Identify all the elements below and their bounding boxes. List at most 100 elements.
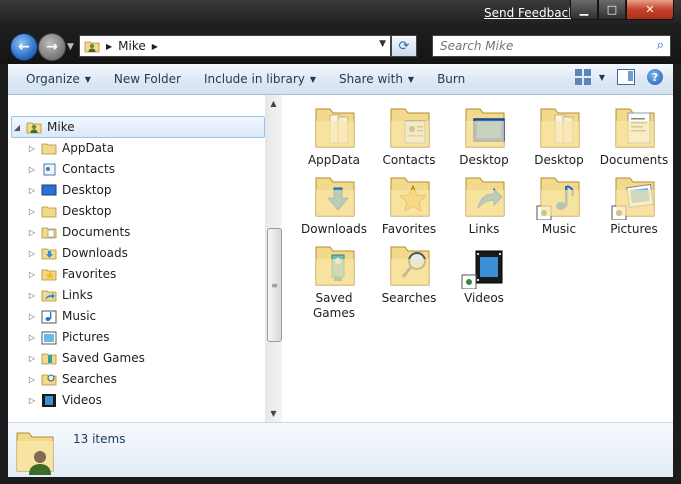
- include-in-library-button[interactable]: Include in library ▼: [195, 64, 325, 94]
- maximize-icon: □: [606, 3, 618, 16]
- file-item[interactable]: Music: [521, 164, 597, 237]
- file-item-label: Pictures: [610, 222, 658, 236]
- file-item[interactable]: Pictures: [596, 164, 672, 237]
- saved-games-icon: [310, 241, 358, 289]
- scroll-thumb[interactable]: ≡: [267, 228, 282, 342]
- nav-item[interactable]: ▷ Documents: [27, 222, 131, 242]
- refresh-button[interactable]: ⟳: [391, 35, 417, 57]
- file-item[interactable]: Documents: [596, 95, 672, 168]
- documents-icon: [610, 103, 658, 151]
- scroll-down-icon[interactable]: ▼: [265, 405, 282, 422]
- file-item[interactable]: AppData: [296, 95, 372, 168]
- expand-arrow-icon[interactable]: ▷: [27, 165, 37, 174]
- burn-button[interactable]: Burn: [428, 64, 474, 94]
- content-area: ◢ Mike ▷ AppData ▷ Contacts ▷ Desktop ▷ Desktop…: [8, 95, 673, 422]
- file-item-label: Saved Games: [313, 291, 355, 320]
- file-item[interactable]: Videos: [446, 233, 522, 306]
- folder-icon: [41, 206, 57, 218]
- toolbar-right: ▼ ?: [574, 69, 663, 85]
- expand-arrow-icon[interactable]: ▷: [27, 354, 37, 363]
- chevron-down-icon: ▼: [84, 74, 91, 84]
- file-item[interactable]: Downloads: [296, 164, 372, 237]
- help-icon[interactable]: ?: [647, 69, 663, 85]
- nav-item-mike[interactable]: ◢ Mike: [11, 116, 265, 138]
- nav-item[interactable]: ▷ Videos: [27, 390, 102, 410]
- file-item[interactable]: Desktop: [446, 95, 522, 168]
- forward-button[interactable]: →: [38, 33, 66, 61]
- expand-arrow-icon[interactable]: ◢: [12, 123, 22, 132]
- address-bar[interactable]: ▶ Mike ▶ ▼: [79, 35, 391, 57]
- links-icon: [460, 172, 508, 220]
- organize-button[interactable]: Organize ▼: [17, 64, 100, 94]
- expand-arrow-icon[interactable]: ▷: [27, 144, 37, 153]
- breadcrumb-separator-icon[interactable]: ▶: [152, 42, 158, 51]
- file-item[interactable]: Searches: [371, 233, 447, 306]
- music-icon: [41, 310, 57, 324]
- recent-pages-dropdown[interactable]: ▼: [67, 42, 74, 52]
- expand-arrow-icon[interactable]: ▷: [27, 186, 37, 195]
- nav-item-label: Desktop: [62, 204, 112, 218]
- share-label: Share with: [339, 72, 403, 86]
- minimize-button[interactable]: ▁: [570, 0, 598, 20]
- nav-item[interactable]: ▷ Downloads: [27, 243, 128, 263]
- nav-item[interactable]: ▷ Pictures: [27, 327, 110, 347]
- close-button[interactable]: ✕: [626, 0, 674, 20]
- file-item[interactable]: Contacts: [371, 95, 447, 168]
- nav-item[interactable]: ▷ Desktop: [27, 180, 112, 200]
- file-item[interactable]: Favorites: [371, 164, 447, 237]
- nav-item[interactable]: ▷ Desktop: [27, 201, 112, 221]
- nav-item-label: AppData: [62, 141, 115, 155]
- minimize-icon: ▁: [579, 3, 589, 16]
- breadcrumb-mike[interactable]: Mike: [118, 39, 146, 53]
- preview-pane-icon[interactable]: [617, 69, 635, 85]
- searches-icon: [41, 374, 57, 386]
- breadcrumb-separator-icon[interactable]: ▶: [106, 42, 112, 51]
- contacts-icon: [43, 163, 56, 176]
- expand-arrow-icon[interactable]: ▷: [27, 228, 37, 237]
- nav-item[interactable]: ▷ Favorites: [27, 264, 116, 284]
- file-item[interactable]: Desktop: [521, 95, 597, 168]
- file-item[interactable]: Links: [446, 164, 522, 237]
- back-button[interactable]: ←: [10, 33, 38, 61]
- nav-item[interactable]: ▷ AppData: [27, 138, 114, 158]
- nav-item[interactable]: ▷ Music: [27, 306, 96, 326]
- new-folder-button[interactable]: New Folder: [105, 64, 190, 94]
- nav-item[interactable]: ▷ Links: [27, 285, 93, 305]
- scroll-up-icon[interactable]: ▲: [265, 95, 282, 112]
- burn-label: Burn: [437, 72, 466, 86]
- nav-item[interactable]: ▷ Saved Games: [27, 348, 145, 368]
- nav-scrollbar[interactable]: ▲ ≡ ▼: [265, 95, 282, 422]
- expand-arrow-icon[interactable]: ▷: [27, 291, 37, 300]
- desktop-icon: [41, 184, 57, 196]
- nav-item[interactable]: ▷ Searches: [27, 369, 117, 389]
- expand-arrow-icon[interactable]: ▷: [27, 207, 37, 216]
- address-dropdown-icon[interactable]: ▼: [379, 39, 386, 49]
- videos-icon: [42, 394, 56, 407]
- file-item[interactable]: Saved Games: [296, 233, 372, 321]
- expand-arrow-icon[interactable]: ▷: [27, 333, 37, 342]
- expand-arrow-icon[interactable]: ▷: [27, 396, 37, 405]
- desktop-icon: [460, 103, 508, 151]
- change-view-button[interactable]: ▼: [574, 69, 605, 85]
- nav-item[interactable]: ▷ Contacts: [27, 159, 115, 179]
- close-icon: ✕: [645, 3, 655, 16]
- organize-label: Organize: [26, 72, 80, 86]
- downloads-icon: [310, 172, 358, 220]
- expand-arrow-icon[interactable]: ▷: [27, 270, 37, 279]
- downloads-icon: [41, 248, 57, 260]
- search-input[interactable]: [438, 38, 642, 54]
- nav-item-label: Saved Games: [62, 351, 145, 365]
- nav-item-label: Documents: [62, 225, 131, 239]
- search-icon[interactable]: ⌕: [657, 38, 664, 53]
- include-label: Include in library: [204, 72, 305, 86]
- maximize-button[interactable]: □: [598, 0, 626, 20]
- expand-arrow-icon[interactable]: ▷: [27, 312, 37, 321]
- expand-arrow-icon[interactable]: ▷: [27, 249, 37, 258]
- expand-arrow-icon[interactable]: ▷: [27, 375, 37, 384]
- nav-item-label: Contacts: [62, 162, 115, 176]
- send-feedback-link[interactable]: Send Feedback: [484, 6, 575, 20]
- links-icon: [41, 290, 57, 302]
- share-with-button[interactable]: Share with ▼: [330, 64, 423, 94]
- searches-icon: [385, 241, 433, 289]
- search-box[interactable]: ⌕: [432, 35, 671, 57]
